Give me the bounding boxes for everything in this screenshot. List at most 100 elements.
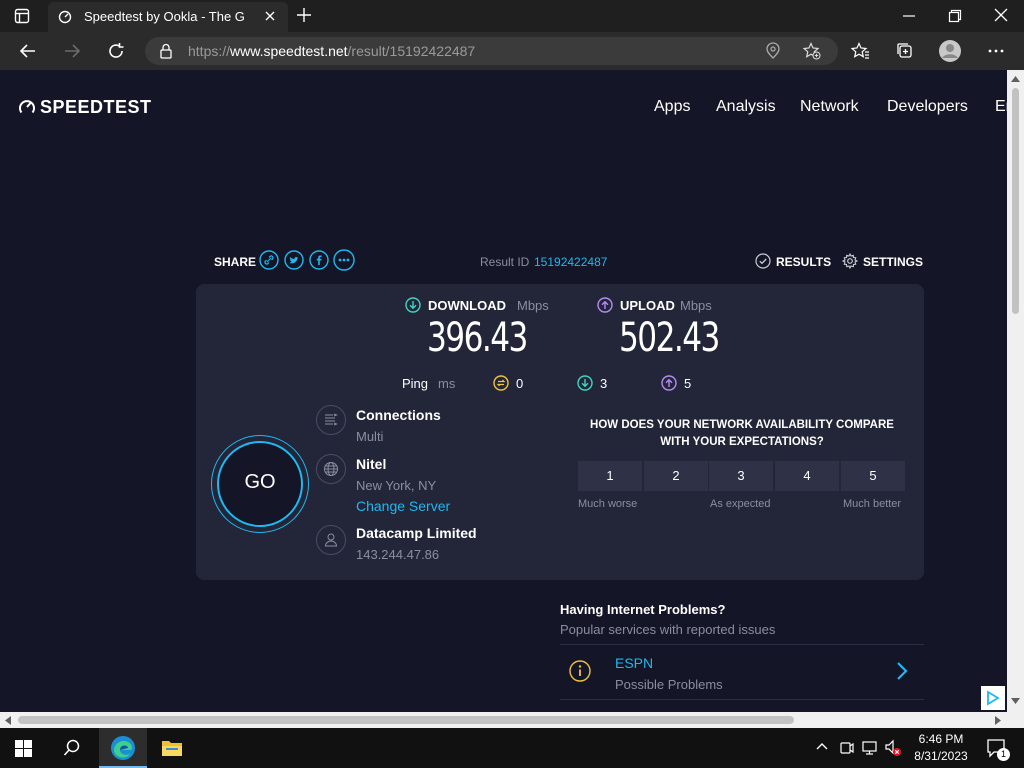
download-speed-value: 396.43 bbox=[427, 315, 528, 361]
chevron-right-icon bbox=[896, 661, 908, 681]
back-icon[interactable] bbox=[19, 42, 37, 60]
meet-now-icon[interactable] bbox=[840, 740, 854, 756]
forward-icon[interactable] bbox=[63, 42, 81, 60]
search-icon[interactable] bbox=[63, 739, 81, 757]
isp-name: Datacamp Limited bbox=[356, 525, 477, 541]
rating-4-button[interactable]: 4 bbox=[775, 461, 839, 491]
scroll-right-arrow-icon[interactable] bbox=[995, 716, 1001, 725]
results-check-icon[interactable] bbox=[755, 253, 771, 269]
speedtest-favicon-icon bbox=[58, 10, 72, 24]
share-more-icon[interactable] bbox=[333, 249, 355, 271]
tab-actions-icon[interactable] bbox=[14, 8, 30, 24]
location-icon[interactable] bbox=[765, 42, 781, 60]
upload-unit: Mbps bbox=[680, 298, 712, 313]
rating-2-button[interactable]: 2 bbox=[644, 461, 708, 491]
ping-idle-icon[interactable] bbox=[493, 375, 509, 391]
connections-value: Multi bbox=[356, 429, 384, 444]
rating-1-button[interactable]: 1 bbox=[578, 461, 642, 491]
go-button-ring[interactable]: GO bbox=[211, 435, 309, 533]
vertical-scrollbar[interactable] bbox=[1007, 70, 1024, 712]
ping-label: Ping bbox=[402, 376, 429, 391]
windows-taskbar: 6:46 PM 8/31/2023 1 bbox=[0, 728, 1024, 768]
network-icon[interactable] bbox=[862, 740, 880, 756]
edge-browser-icon bbox=[110, 735, 136, 761]
taskbar-edge-button[interactable] bbox=[99, 728, 147, 768]
connections-label: Connections bbox=[356, 407, 441, 423]
browser-tab-active[interactable]: Speedtest by Ookla - The Global bbox=[48, 2, 288, 32]
rating-5-button[interactable]: 5 bbox=[841, 461, 905, 491]
go-button[interactable]: GO bbox=[217, 441, 303, 527]
clock-time[interactable]: 6:46 PM bbox=[910, 732, 972, 746]
clock-date[interactable]: 8/31/2023 bbox=[910, 749, 972, 763]
volume-muted-icon[interactable] bbox=[884, 739, 902, 757]
collections-icon[interactable] bbox=[896, 42, 914, 60]
share-twitter-icon[interactable] bbox=[284, 250, 304, 270]
ping-idle-value: 0 bbox=[516, 376, 524, 391]
url-text[interactable]: https://www.speedtest.net/result/1519242… bbox=[188, 43, 475, 59]
nav-enterprise[interactable]: Er bbox=[995, 98, 1007, 116]
nav-network[interactable]: Network bbox=[800, 98, 859, 116]
download-arrow-icon bbox=[405, 297, 421, 313]
favorites-icon[interactable] bbox=[851, 42, 869, 60]
divider bbox=[560, 699, 924, 700]
problems-title: Having Internet Problems? bbox=[560, 602, 726, 617]
scrollbar-corner bbox=[1007, 712, 1024, 728]
restore-icon[interactable] bbox=[948, 9, 962, 23]
service-name: ESPN bbox=[615, 655, 654, 671]
minimize-icon[interactable] bbox=[902, 9, 916, 23]
share-link-icon[interactable] bbox=[259, 250, 279, 270]
share-label: SHARE bbox=[214, 255, 257, 269]
notification-count-badge: 1 bbox=[997, 748, 1010, 761]
ping-upload-icon[interactable] bbox=[661, 375, 677, 391]
speedometer-logo-icon bbox=[18, 98, 36, 116]
ping-download-value: 3 bbox=[600, 376, 608, 391]
vertical-scroll-thumb[interactable] bbox=[1012, 88, 1019, 314]
results-button[interactable]: RESULTS bbox=[776, 255, 831, 269]
tray-chevron-up-icon[interactable] bbox=[816, 742, 828, 750]
settings-gear-icon[interactable] bbox=[842, 253, 858, 269]
profile-avatar-icon[interactable] bbox=[938, 39, 962, 63]
browser-tab-bar: Speedtest by Ookla - The Global bbox=[0, 0, 1024, 32]
nav-apps[interactable]: Apps bbox=[654, 98, 690, 116]
adchoices-icon[interactable] bbox=[981, 686, 1005, 710]
ping-upload-value: 5 bbox=[684, 376, 692, 391]
speedtest-page: SPEEDTEST Apps Analysis Network Develope… bbox=[0, 70, 1007, 712]
download-unit: Mbps bbox=[517, 298, 549, 313]
upload-arrow-icon bbox=[597, 297, 613, 313]
rating-high-label: Much better bbox=[843, 498, 902, 510]
survey-question: HOW DOES YOUR NETWORK AVAILABILITY COMPA… bbox=[590, 419, 894, 448]
nav-analysis[interactable]: Analysis bbox=[716, 98, 776, 116]
problem-service-row[interactable]: ESPN Possible Problems bbox=[560, 645, 924, 699]
close-window-icon[interactable] bbox=[994, 8, 1008, 22]
scroll-up-arrow-icon[interactable] bbox=[1011, 76, 1020, 82]
close-tab-icon[interactable] bbox=[264, 10, 276, 22]
rating-mid-label: As expected bbox=[710, 498, 771, 510]
connections-icon bbox=[316, 405, 346, 435]
user-icon bbox=[316, 525, 346, 555]
settings-button[interactable]: SETTINGS bbox=[863, 255, 923, 269]
scroll-left-arrow-icon[interactable] bbox=[5, 716, 11, 725]
change-server-link[interactable]: Change Server bbox=[356, 498, 450, 514]
lock-icon[interactable] bbox=[159, 43, 173, 59]
horizontal-scroll-thumb[interactable] bbox=[18, 716, 794, 724]
new-tab-icon[interactable] bbox=[296, 7, 312, 23]
add-favorite-icon[interactable] bbox=[803, 42, 821, 60]
tab-title: Speedtest by Ookla - The Global bbox=[84, 9, 244, 24]
address-bar[interactable]: https://www.speedtest.net/result/1519242… bbox=[145, 37, 838, 65]
nav-developers[interactable]: Developers bbox=[887, 98, 968, 116]
result-id-link[interactable]: 15192422487 bbox=[534, 255, 607, 269]
windows-start-icon[interactable] bbox=[15, 740, 32, 757]
globe-icon bbox=[316, 454, 346, 484]
file-explorer-icon[interactable] bbox=[161, 738, 183, 758]
refresh-icon[interactable] bbox=[107, 42, 125, 60]
isp-ip: 143.244.47.86 bbox=[356, 547, 440, 562]
horizontal-scrollbar[interactable] bbox=[0, 712, 1007, 728]
server-name: Nitel bbox=[356, 456, 387, 472]
download-label: DOWNLOAD bbox=[428, 298, 506, 313]
share-facebook-icon[interactable] bbox=[309, 250, 329, 270]
upload-speed-value: 502.43 bbox=[619, 315, 720, 361]
scroll-down-arrow-icon[interactable] bbox=[1011, 698, 1020, 704]
more-menu-icon[interactable] bbox=[987, 42, 1005, 60]
rating-3-button[interactable]: 3 bbox=[709, 461, 773, 491]
ping-download-icon[interactable] bbox=[577, 375, 593, 391]
